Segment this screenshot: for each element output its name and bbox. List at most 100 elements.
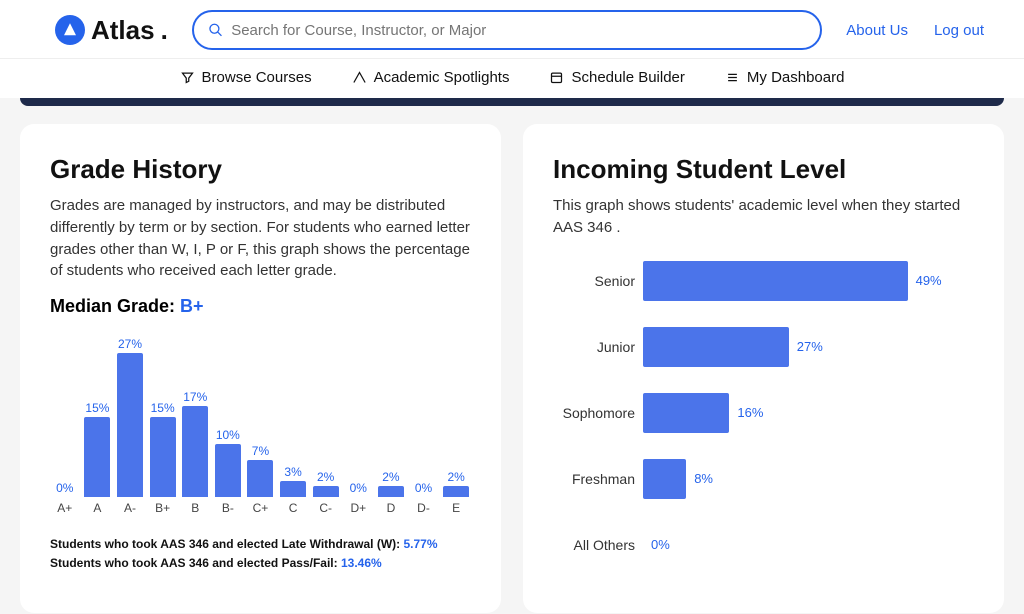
menu-academic-spotlights[interactable]: Academic Spotlights bbox=[352, 69, 510, 86]
menu-label: Browse Courses bbox=[202, 69, 312, 86]
brand-logo[interactable]: Atlas. bbox=[55, 15, 168, 46]
hbar-all-others: All Others 0% bbox=[553, 525, 974, 565]
hbar-category-label: Junior bbox=[553, 339, 643, 355]
bar-rect bbox=[182, 406, 208, 497]
menu-label: Academic Spotlights bbox=[374, 69, 510, 86]
menu-label: My Dashboard bbox=[747, 69, 845, 86]
hbar-value-label: 16% bbox=[737, 405, 763, 420]
bar-category-label: C bbox=[289, 501, 298, 515]
menu-browse-courses[interactable]: Browse Courses bbox=[180, 69, 312, 86]
about-us-link[interactable]: About Us bbox=[846, 22, 908, 39]
median-grade-value: B+ bbox=[180, 296, 204, 316]
bar-value-label: 2% bbox=[382, 470, 399, 484]
bar-category-label: C+ bbox=[253, 501, 269, 515]
filter-icon bbox=[180, 70, 195, 85]
hbar-rect bbox=[643, 261, 908, 301]
bar-category-label: D bbox=[387, 501, 396, 515]
menu-label: Schedule Builder bbox=[571, 69, 684, 86]
bar-value-label: 2% bbox=[447, 470, 464, 484]
bar-category-label: A bbox=[93, 501, 101, 515]
hbar-rect bbox=[643, 327, 789, 367]
bar-C+: 7% C+ bbox=[246, 444, 276, 515]
bar-category-label: D+ bbox=[350, 501, 366, 515]
median-grade-label: Median Grade: bbox=[50, 296, 180, 316]
bar-D-: 0%D- bbox=[409, 481, 439, 515]
bar-value-label: 7% bbox=[252, 444, 269, 458]
bar-C: 3% C bbox=[278, 465, 308, 515]
bar-C-: 2%C- bbox=[311, 470, 341, 515]
atlas-logo-icon bbox=[55, 15, 85, 45]
search-input[interactable] bbox=[231, 22, 806, 39]
content-area: Grade History Grades are managed by inst… bbox=[0, 106, 1024, 613]
bar-E: 2% E bbox=[441, 470, 471, 515]
hbar-freshman: Freshman8% bbox=[553, 459, 974, 499]
main-menu: Browse Courses Academic Spotlights Sched… bbox=[0, 58, 1024, 98]
bar-rect bbox=[247, 460, 273, 497]
bar-rect bbox=[443, 486, 469, 497]
bar-category-label: E bbox=[452, 501, 460, 515]
bar-category-label: B- bbox=[222, 501, 234, 515]
bar-value-label: 27% bbox=[118, 337, 142, 351]
bar-category-label: B+ bbox=[155, 501, 170, 515]
bar-category-label: B bbox=[191, 501, 199, 515]
grade-history-card: Grade History Grades are managed by inst… bbox=[20, 124, 501, 613]
footnote-withdrawal: Students who took AAS 346 and elected La… bbox=[50, 535, 471, 554]
top-links: About Us Log out bbox=[846, 22, 984, 39]
bar-value-label: 0% bbox=[56, 481, 73, 495]
bar-D+: 0%D+ bbox=[343, 481, 373, 515]
bar-value-label: 0% bbox=[415, 481, 432, 495]
bar-B: 17% B bbox=[180, 390, 210, 515]
bar-A+: 0% A+ bbox=[50, 481, 80, 515]
hbar-category-label: All Others bbox=[553, 537, 643, 553]
bar-A: 15% A bbox=[83, 401, 113, 515]
calendar-icon bbox=[549, 70, 564, 85]
dashboard-icon bbox=[725, 70, 740, 85]
hbar-value-label: 0% bbox=[651, 537, 670, 552]
brand-name: Atlas bbox=[91, 15, 155, 46]
bar-rect bbox=[378, 486, 404, 497]
bar-value-label: 17% bbox=[183, 390, 207, 404]
hbar-sophomore: Sophomore 16% bbox=[553, 393, 974, 433]
footnotes: Students who took AAS 346 and elected La… bbox=[50, 535, 471, 573]
menu-my-dashboard[interactable]: My Dashboard bbox=[725, 69, 845, 86]
bar-rect bbox=[280, 481, 306, 497]
bar-rect bbox=[84, 417, 110, 497]
footnote-passfail: Students who took AAS 346 and elected Pa… bbox=[50, 554, 471, 573]
hbar-rect bbox=[643, 393, 729, 433]
hbar-value-label: 49% bbox=[916, 273, 942, 288]
card-description: Grades are managed by instructors, and m… bbox=[50, 195, 471, 282]
bar-rect bbox=[150, 417, 176, 497]
hbar-value-label: 8% bbox=[694, 471, 713, 486]
bar-value-label: 15% bbox=[151, 401, 175, 415]
card-title: Grade History bbox=[50, 154, 471, 185]
bar-B+: 15% B+ bbox=[148, 401, 178, 515]
topbar: Atlas. About Us Log out bbox=[0, 0, 1024, 58]
bar-category-label: C- bbox=[319, 501, 332, 515]
bar-value-label: 15% bbox=[85, 401, 109, 415]
median-grade: Median Grade: B+ bbox=[50, 296, 471, 317]
hbar-junior: Junior 27% bbox=[553, 327, 974, 367]
bar-category-label: A- bbox=[124, 501, 136, 515]
hbar-senior: Senior49% bbox=[553, 261, 974, 301]
bar-D: 2% D bbox=[376, 470, 406, 515]
hbar-category-label: Sophomore bbox=[553, 405, 643, 421]
hbar-rect bbox=[643, 459, 686, 499]
grade-distribution-chart: 0%A+15%A27%A-15%B+17%B10%B-7%C+3%C2%C-0%… bbox=[50, 325, 471, 515]
bar-value-label: 3% bbox=[284, 465, 301, 479]
bar-rect bbox=[215, 444, 241, 497]
search-box[interactable] bbox=[192, 10, 822, 50]
card-title: Incoming Student Level bbox=[553, 154, 974, 185]
spotlight-icon bbox=[352, 70, 367, 85]
hbar-value-label: 27% bbox=[797, 339, 823, 354]
header-strip bbox=[20, 98, 1004, 106]
card-description: This graph shows students' academic leve… bbox=[553, 195, 974, 239]
menu-schedule-builder[interactable]: Schedule Builder bbox=[549, 69, 684, 86]
incoming-level-chart: Senior49% Junior 27% Sophomore 16% Freshman8%… bbox=[553, 261, 974, 565]
bar-B-: 10% B- bbox=[213, 428, 243, 515]
bar-value-label: 10% bbox=[216, 428, 240, 442]
logout-link[interactable]: Log out bbox=[934, 22, 984, 39]
bar-rect bbox=[117, 353, 143, 497]
bar-category-label: A+ bbox=[57, 501, 72, 515]
incoming-level-card: Incoming Student Level This graph shows … bbox=[523, 124, 1004, 613]
bar-rect bbox=[313, 486, 339, 497]
